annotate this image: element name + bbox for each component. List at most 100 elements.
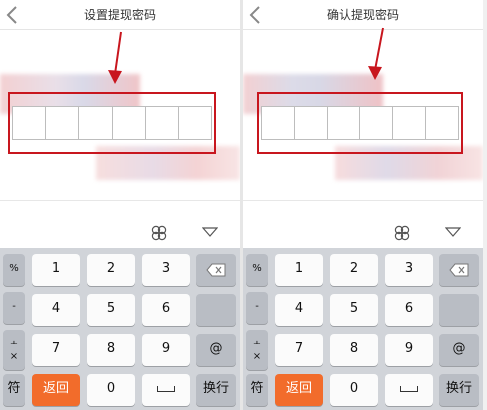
key-label: 返回	[285, 381, 312, 396]
password-digit-box	[328, 107, 361, 139]
key-9[interactable]: 9	[142, 334, 190, 366]
key-percent[interactable]: %	[3, 254, 25, 286]
key-4[interactable]: 4	[32, 294, 80, 326]
key-label: ×	[252, 351, 262, 362]
nav-bar: 设置提现密码	[0, 0, 240, 30]
clover-icon[interactable]	[393, 224, 411, 242]
password-digit-box	[179, 107, 211, 139]
key-minus[interactable]: -	[246, 292, 268, 324]
symbol-key[interactable]: 符	[246, 374, 268, 406]
key-label: ×	[9, 351, 19, 362]
key-5[interactable]: 5	[87, 294, 135, 326]
key-label: 换行	[445, 381, 472, 396]
password-input[interactable]	[261, 106, 459, 140]
key-label: 8	[349, 341, 359, 356]
page-title: 确认提现密码	[326, 8, 399, 22]
password-digit-box	[295, 107, 328, 139]
key-label: 2	[106, 261, 116, 276]
enter-key[interactable]: 换行	[196, 374, 236, 406]
key-label: 符	[250, 381, 264, 396]
backspace-icon	[206, 263, 226, 277]
key-label: 5	[349, 301, 359, 316]
key-label: @	[452, 341, 466, 356]
key-label: 7	[51, 341, 61, 356]
key-label: 4	[51, 301, 61, 316]
key-label: 符	[7, 381, 21, 396]
password-digit-box	[113, 107, 146, 139]
delete-key[interactable]	[196, 254, 236, 286]
key-2[interactable]: 2	[87, 254, 135, 286]
key-4[interactable]: 4	[275, 294, 323, 326]
key-2[interactable]: 2	[330, 254, 378, 286]
password-digit-box	[46, 107, 80, 139]
keyboard-toolbar	[0, 200, 240, 248]
key-label: @	[209, 341, 223, 356]
password-digit-box	[79, 107, 113, 139]
key-blank[interactable]	[196, 294, 236, 326]
numeric-keyboard: % - + 1 2 3 4 5 6 7 8 9 @ × 符 返回 0 换行	[243, 248, 483, 410]
key-label: 1	[294, 261, 304, 276]
enter-key[interactable]: 换行	[439, 374, 479, 406]
keyboard-toolbar	[243, 200, 483, 248]
key-label: -	[12, 301, 16, 312]
key-1[interactable]: 1	[32, 254, 80, 286]
password-input[interactable]	[12, 106, 212, 140]
key-9[interactable]: 9	[385, 334, 433, 366]
key-multiply[interactable]: ×	[246, 344, 268, 370]
key-at[interactable]: @	[439, 334, 479, 366]
key-label: %	[9, 263, 19, 274]
key-5[interactable]: 5	[330, 294, 378, 326]
key-label: 7	[294, 341, 304, 356]
annotation-arrow	[368, 27, 384, 80]
page-title: 设置提现密码	[83, 8, 156, 22]
space-icon	[400, 385, 418, 392]
key-label: 3	[161, 261, 171, 276]
password-digit-box	[393, 107, 427, 139]
key-8[interactable]: 8	[87, 334, 135, 366]
key-label: 2	[349, 261, 359, 276]
delete-key[interactable]	[439, 254, 479, 286]
key-7[interactable]: 7	[32, 334, 80, 366]
key-label: 9	[161, 341, 171, 356]
left-screen: 设置提现密码 % - + 1 2 3	[0, 0, 240, 410]
backspace-icon	[449, 263, 469, 277]
key-label: 返回	[42, 381, 69, 396]
key-7[interactable]: 7	[275, 334, 323, 366]
space-key[interactable]	[385, 374, 433, 406]
key-6[interactable]: 6	[142, 294, 190, 326]
key-blank[interactable]	[439, 294, 479, 326]
clover-icon[interactable]	[150, 224, 168, 242]
key-label: 3	[404, 261, 414, 276]
password-digit-box	[360, 107, 394, 139]
key-label: 6	[161, 301, 171, 316]
key-6[interactable]: 6	[385, 294, 433, 326]
password-digit-box	[426, 107, 458, 139]
triangle-down-icon[interactable]	[202, 227, 218, 237]
key-1[interactable]: 1	[275, 254, 323, 286]
space-key[interactable]	[142, 374, 190, 406]
key-label: 8	[106, 341, 116, 356]
triangle-down-icon[interactable]	[445, 227, 461, 237]
nav-bar: 确认提现密码	[243, 0, 483, 30]
return-key[interactable]: 返回	[275, 374, 323, 406]
key-0[interactable]: 0	[330, 374, 378, 406]
key-at[interactable]: @	[196, 334, 236, 366]
symbol-key[interactable]: 符	[3, 374, 25, 406]
return-key[interactable]: 返回	[32, 374, 80, 406]
key-3[interactable]: 3	[385, 254, 433, 286]
key-multiply[interactable]: ×	[3, 344, 25, 370]
space-icon	[157, 385, 175, 392]
key-8[interactable]: 8	[330, 334, 378, 366]
password-digit-box	[13, 107, 47, 139]
key-label: %	[252, 263, 262, 274]
key-minus[interactable]: -	[3, 292, 25, 324]
key-label: 5	[106, 301, 116, 316]
key-label: 换行	[202, 381, 229, 396]
key-3[interactable]: 3	[142, 254, 190, 286]
key-percent[interactable]: %	[246, 254, 268, 286]
password-digit-box	[146, 107, 179, 139]
password-digit-box	[262, 107, 295, 139]
numeric-keyboard: % - + 1 2 3 4 5 6 7 8 9 @ × 符 返回 0 换行	[0, 248, 240, 410]
key-0[interactable]: 0	[87, 374, 135, 406]
key-label: 4	[294, 301, 304, 316]
